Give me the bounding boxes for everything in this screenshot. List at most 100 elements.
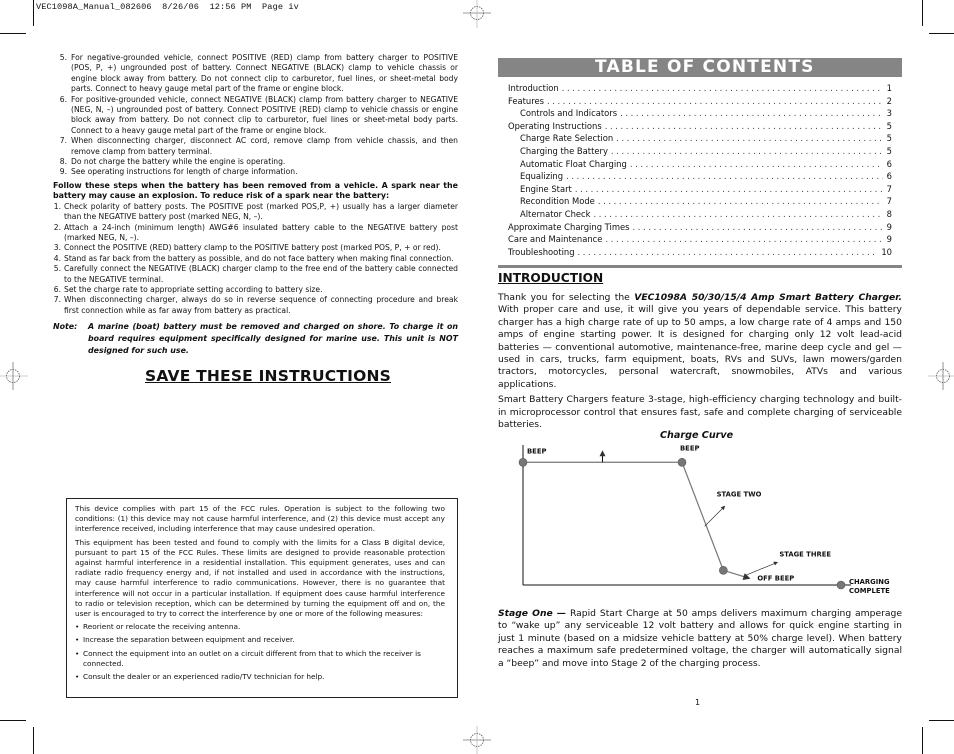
- intro-paragraph: Thank you for selecting the VEC1098A 50/…: [498, 292, 902, 390]
- toc-entry-page: 1: [886, 83, 892, 93]
- toc-entry[interactable]: Introduction............................…: [508, 82, 892, 95]
- crop-mark: [929, 720, 954, 721]
- toc-entry-label: Charging the Battery: [520, 145, 608, 156]
- registration-mark-icon: [928, 362, 954, 390]
- toc-entry[interactable]: Care and Maintenance....................…: [508, 233, 892, 246]
- toc-entry[interactable]: Charge Rate Selection...................…: [508, 132, 892, 145]
- toc-entry-page: 9: [886, 234, 892, 245]
- toc-entry-page: 7: [886, 183, 892, 194]
- step-number: 3.: [53, 243, 61, 253]
- step-number: 9.: [59, 167, 67, 177]
- toc-leader-dots: ........................................…: [610, 145, 883, 156]
- toc-entry-label: Recondition Mode: [520, 196, 595, 207]
- list-item: • Reorient or relocate the receiving ante…: [75, 622, 241, 632]
- removed-battery-warning: Follow these steps when the battery has …: [53, 180, 458, 201]
- toc-leader-dots: ........................................…: [616, 133, 882, 144]
- introduction-heading: INTRODUCTION: [498, 271, 604, 285]
- toc-entry[interactable]: Automatic Float Charging................…: [508, 158, 892, 171]
- fcc-paragraph: This equipment has been tested and found…: [75, 537, 445, 619]
- bullet-icon: •: [75, 648, 80, 658]
- toc-entry-page: 5: [886, 133, 892, 144]
- removed-battery-steps: 1. Check polarity of battery posts. The P…: [53, 202, 458, 316]
- list-item: 2. Attach a 24-inch (minimum length) AWG#…: [53, 223, 458, 244]
- toc-leader-dots: ........................................…: [620, 108, 883, 119]
- toc-entry-label: Alternator Check: [520, 208, 591, 219]
- curve-point: [677, 457, 687, 467]
- step-text: Do not charge the battery while the engi…: [71, 157, 286, 167]
- bullet-icon: •: [75, 672, 80, 682]
- registration-mark-icon: [463, 726, 491, 754]
- step-number: 4.: [53, 253, 61, 263]
- point-label: COMPLETE: [849, 587, 890, 595]
- toc-entry[interactable]: Controls and Indicators.................…: [508, 107, 892, 120]
- toc-entry-page: 6: [886, 171, 892, 182]
- toc-entry[interactable]: Equalizing..............................…: [508, 170, 892, 183]
- toc-entry-label: Controls and Indicators: [520, 108, 618, 119]
- step-text: See operating instructions for length of…: [71, 167, 298, 177]
- toc-entry-label: Automatic Float Charging: [520, 158, 627, 169]
- crop-mark: [33, 0, 34, 26]
- step-text: Connect the POSITIVE (RED) battery clamp…: [64, 243, 441, 253]
- step-text: Carefully connect the NEGATIVE (BLACK) c…: [64, 264, 458, 284]
- crop-mark: [922, 0, 923, 26]
- toc-entry[interactable]: Operating Instructions..................…: [508, 120, 892, 133]
- list-item: 1. Check polarity of battery posts. The P…: [53, 202, 458, 223]
- toc-entry[interactable]: Recondition Mode........................…: [508, 195, 892, 208]
- list-item: 8. Do not charge the battery while the en…: [53, 157, 458, 167]
- note-text: A marine (boat) battery must be removed …: [88, 322, 458, 356]
- table-of-contents: Introduction............................…: [508, 82, 892, 258]
- step-number: 2.: [53, 222, 61, 232]
- list-item: 7. When disconnecting charger, disconnect…: [53, 136, 458, 157]
- crop-mark: [929, 33, 954, 34]
- toc-entry[interactable]: Troubleshooting.........................…: [508, 246, 892, 259]
- fcc-paragraph: This device complies with part 15 of the…: [75, 504, 445, 534]
- curve-point: [719, 565, 728, 575]
- toc-entry-page: 10: [881, 246, 892, 257]
- toc-entry-page: 8: [886, 208, 892, 219]
- product-name: VEC1098A 50/30/15/4 Amp Smart Battery Ch…: [634, 292, 902, 303]
- list-item: 4. Stand as far back from the battery as …: [53, 254, 458, 264]
- toc-entry[interactable]: Charging the Battery....................…: [508, 145, 892, 158]
- toc-entry-page: 9: [886, 221, 892, 232]
- list-item: 3. Connect the POSITIVE (RED) battery cla…: [53, 243, 458, 253]
- toc-entry-label: Equalizing: [520, 171, 564, 182]
- toc-entry[interactable]: Features................................…: [508, 95, 892, 108]
- toc-entry-label: Care and Maintenance: [508, 234, 603, 245]
- step-text: For positive-grounded vehicle, connect N…: [71, 94, 458, 135]
- toc-entry[interactable]: Alternator Check........................…: [508, 208, 892, 221]
- step-number: 5.: [59, 53, 67, 62]
- step-text: Check polarity of battery posts. The POS…: [64, 201, 458, 222]
- list-item: 6. Set the charge rate to appropriate set…: [53, 285, 458, 295]
- toc-entry[interactable]: Engine Start............................…: [508, 183, 892, 196]
- toc-entry[interactable]: Approximate Charging Times..............…: [508, 221, 892, 234]
- introduction-body: Thank you for selecting the VEC1098A 50/…: [498, 292, 902, 434]
- step-text: When disconnecting charger, always do so…: [64, 295, 458, 315]
- point-label: OFF BEEP: [757, 574, 794, 582]
- note-label: Note:: [53, 322, 78, 332]
- registration-mark-icon: [463, 0, 491, 28]
- step-number: 7.: [59, 136, 67, 146]
- step-number: 8.: [59, 157, 67, 167]
- toc-leader-dots: ........................................…: [574, 183, 883, 194]
- list-item: 5. Carefully connect the NEGATIVE (BLACK)…: [53, 264, 458, 285]
- annotation-label: STAGE THREE: [779, 550, 831, 558]
- step-number: 5.: [53, 264, 61, 274]
- toc-entry-label: Charge Rate Selection: [520, 133, 614, 144]
- curve-point: [518, 457, 528, 467]
- list-item: 6. For positive-grounded vehicle, connect…: [53, 95, 458, 137]
- bullet-icon: •: [75, 635, 80, 645]
- charge-curve-chart: BEEPBEEPOFF BEEPCHARGINGCOMPLETESTAGE ON…: [518, 444, 890, 595]
- toc-entry-page: 5: [886, 145, 892, 156]
- vehicle-connection-steps: 5. For negative-grounded vehicle, connect…: [53, 53, 458, 178]
- bullet-icon: •: [75, 622, 80, 632]
- toc-title: TABLE OF CONTENTS: [498, 58, 902, 77]
- list-item: 9. See operating instructions for length …: [53, 167, 458, 177]
- save-instructions-heading: SAVE THESE INSTRUCTIONS: [145, 367, 391, 385]
- step-text: Attach a 24-inch (minimum length) AWG#6 …: [64, 222, 458, 242]
- toc-leader-dots: ........................................…: [604, 120, 883, 131]
- point-label: CHARGING: [849, 578, 890, 586]
- step-text: When disconnecting charger, disconnect A…: [71, 136, 458, 156]
- fcc-measures-list: • Reorient or relocate the receiving ante…: [75, 622, 445, 682]
- toc-entry-page: 3: [886, 108, 892, 119]
- toc-entry-page: 5: [886, 120, 892, 131]
